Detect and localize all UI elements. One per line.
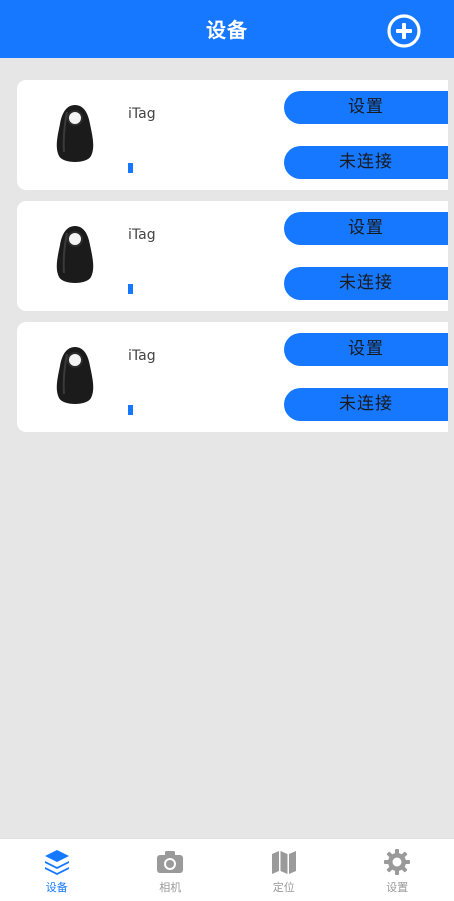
device-name: iTag bbox=[128, 227, 156, 243]
tab-label: 设备 bbox=[0, 879, 114, 895]
camera-icon bbox=[156, 848, 184, 876]
tab-label: 设置 bbox=[341, 879, 454, 895]
connection-status-button[interactable]: 未连接 bbox=[284, 267, 448, 300]
layers-icon bbox=[43, 848, 71, 876]
device-settings-button[interactable]: 设置 bbox=[284, 333, 448, 366]
device-settings-button[interactable]: 设置 bbox=[284, 212, 448, 245]
tab-location[interactable]: 定位 bbox=[227, 839, 341, 901]
itag-device-icon bbox=[53, 223, 97, 289]
device-card[interactable]: iTag 设置 未连接 bbox=[17, 322, 448, 432]
device-settings-button[interactable]: 设置 bbox=[284, 91, 448, 124]
signal-indicator bbox=[128, 163, 133, 173]
tab-devices[interactable]: 设备 bbox=[0, 839, 114, 901]
tab-camera[interactable]: 相机 bbox=[114, 839, 228, 901]
map-icon bbox=[270, 848, 298, 876]
signal-indicator bbox=[128, 284, 133, 294]
device-card[interactable]: iTag 设置 未连接 bbox=[17, 80, 448, 190]
device-name: iTag bbox=[128, 106, 156, 122]
itag-device-icon bbox=[53, 102, 97, 168]
add-device-button[interactable] bbox=[386, 13, 422, 49]
gear-icon bbox=[383, 848, 411, 876]
bottom-tab-bar: 设备 相机 定位 bbox=[0, 838, 454, 901]
app-header: 设备 bbox=[0, 0, 454, 58]
tab-label: 定位 bbox=[227, 879, 341, 895]
connection-status-button[interactable]: 未连接 bbox=[284, 388, 448, 421]
itag-device-icon bbox=[53, 344, 97, 410]
tab-label: 相机 bbox=[114, 879, 228, 895]
device-card[interactable]: iTag 设置 未连接 bbox=[17, 201, 448, 311]
tab-settings[interactable]: 设置 bbox=[341, 839, 454, 901]
device-name: iTag bbox=[128, 348, 156, 364]
connection-status-button[interactable]: 未连接 bbox=[284, 146, 448, 179]
signal-indicator bbox=[128, 405, 133, 415]
